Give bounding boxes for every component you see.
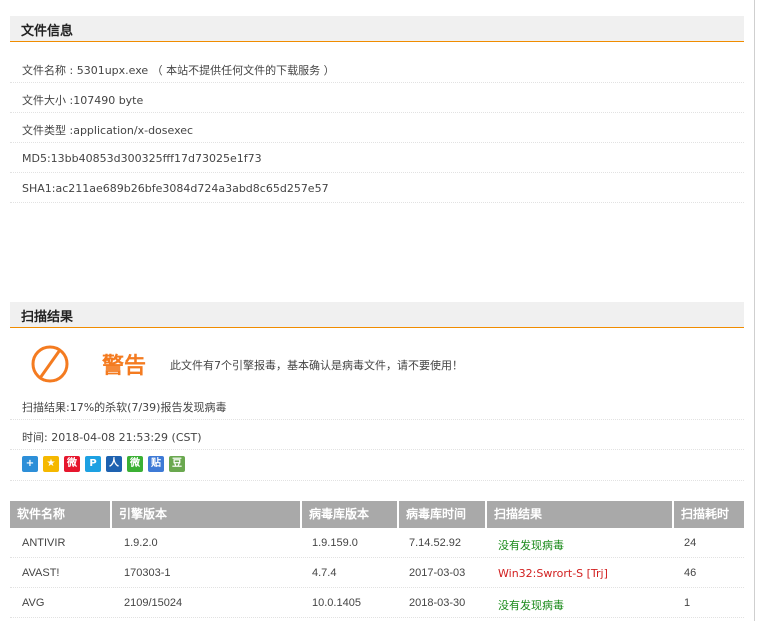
software-name: AVAST! [22, 567, 60, 579]
file-type-row: 文件类型 :application/x-dosexec [10, 113, 744, 143]
file-name-row: 文件名称 : 5301upx.exe （ 本站不提供任何文件的下载服务 ） [10, 53, 744, 83]
db-time: 2018-03-30 [409, 597, 466, 609]
db-time: 7.14.52.92 [409, 537, 461, 549]
renren-icon[interactable]: 人 [106, 456, 122, 472]
warning-text: 此文件有7个引擎报毒，基本确认是病毒文件，请不要使用！ [170, 359, 463, 372]
table-row: ANTIVIR 1.9.2.0 1.9.159.0 7.14.52.92 没有发… [10, 528, 744, 558]
software-name: ANTIVIR [22, 537, 66, 549]
engine-version: 1.9.2.0 [124, 537, 158, 549]
qzone-plus-icon[interactable]: + [22, 456, 38, 472]
page-border [754, 0, 755, 621]
warning-title: 警告 [102, 354, 147, 379]
qzone-star-icon[interactable]: ★ [43, 456, 59, 472]
scan-time-row: 时间: 2018-04-08 21:53:29 (CST) [10, 420, 744, 450]
table-row: AVG 2109/15024 10.0.1405 2018-03-30 没有发现… [10, 588, 744, 618]
table-row: AVAST! 170303-1 4.7.4 2017-03-03 Win32:S… [10, 558, 744, 588]
col-engine-version: 引擎版本 [112, 501, 300, 528]
scan-summary-text: 扫描结果:17%的杀软(7/39)报告发现病毒 [22, 401, 227, 414]
douban-icon[interactable]: 豆 [169, 456, 185, 472]
file-size-row: 文件大小 :107490 byte [10, 83, 744, 113]
engine-version: 170303-1 [124, 567, 171, 579]
engine-version: 2109/15024 [124, 597, 183, 609]
file-type-text: 文件类型 :application/x-dosexec [22, 124, 194, 137]
prohibited-icon [31, 345, 69, 383]
col-software-name: 软件名称 [10, 501, 110, 528]
scan-summary-row: 扫描结果:17%的杀软(7/39)报告发现病毒 [10, 390, 744, 420]
db-time: 2017-03-03 [409, 567, 466, 579]
md5-text: MD5:13bb40853d300325fff17d73025e1f73 [22, 152, 262, 165]
sha1-row: SHA1:ac211ae689b26bfe3084d724a3abd8c65d2… [10, 173, 744, 203]
col-scan-result: 扫描结果 [487, 501, 672, 528]
file-info-header: 文件信息 [10, 16, 744, 42]
scan-duration: 46 [684, 567, 697, 579]
db-version: 4.7.4 [312, 567, 337, 579]
scan-result: Win32:Swrort-S [Trj] [498, 567, 608, 580]
file-size-text: 文件大小 :107490 byte [22, 94, 144, 107]
db-version: 1.9.159.0 [312, 537, 358, 549]
col-db-time: 病毒库时间 [399, 501, 485, 528]
scan-time-text: 时间: 2018-04-08 21:53:29 (CST) [22, 431, 202, 444]
tieba-icon[interactable]: 贴 [148, 456, 164, 472]
file-name-text: 文件名称 : 5301upx.exe （ 本站不提供任何文件的下载服务 ） [22, 64, 335, 77]
share-divider [10, 480, 744, 481]
software-name: AVG [22, 597, 45, 609]
db-version: 10.0.1405 [312, 597, 361, 609]
col-scan-duration: 扫描耗时 [674, 501, 744, 528]
scan-result-title: 扫描结果 [21, 310, 74, 325]
results-table-header: 软件名称 引擎版本 病毒库版本 病毒库时间 扫描结果 扫描耗时 [10, 501, 744, 528]
scan-result: 没有发现病毒 [498, 599, 564, 612]
wechat-icon[interactable]: 微 [127, 456, 143, 472]
scan-duration: 1 [684, 597, 691, 609]
scan-result: 没有发现病毒 [498, 539, 564, 552]
scan-duration: 24 [684, 537, 697, 549]
sha1-text: SHA1:ac211ae689b26bfe3084d724a3abd8c65d2… [22, 182, 329, 195]
tencent-weibo-icon[interactable]: P [85, 456, 101, 472]
weibo-icon[interactable]: 微 [64, 456, 80, 472]
md5-row: MD5:13bb40853d300325fff17d73025e1f73 [10, 143, 744, 173]
scan-result-header: 扫描结果 [10, 302, 744, 328]
file-info-title: 文件信息 [21, 24, 74, 39]
col-db-version: 病毒库版本 [302, 501, 397, 528]
